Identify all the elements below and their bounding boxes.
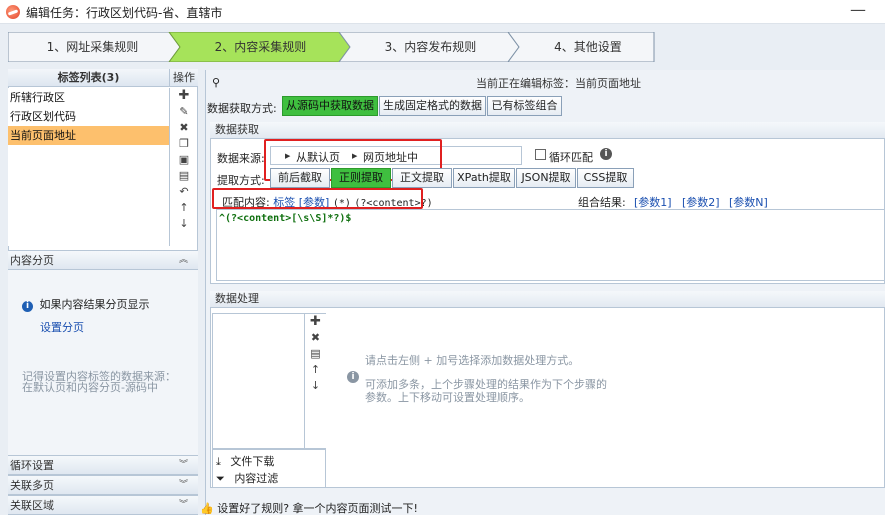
- regex-editor[interactable]: ^(?<content>[\s\S]*?)$: [216, 209, 885, 281]
- tag-ops-toolbar: ✚ ✎ ✖ ❐ ▣ ▤ ↶ ↑ ↓: [170, 88, 198, 232]
- chevron-down-icon[interactable]: ︾: [179, 456, 188, 475]
- processing-hint-3: 参数。上下移动可设置处理顺序。: [365, 391, 530, 404]
- tag-list-item[interactable]: 所辖行政区: [8, 88, 169, 107]
- data-processing-title: 数据处理: [210, 291, 885, 308]
- chevron-down-icon[interactable]: ︾: [179, 476, 188, 495]
- fetch-mode-source-button[interactable]: 从源码中获取数据: [282, 96, 378, 116]
- trash-icon[interactable]: ▤: [170, 168, 198, 184]
- info-icon: i: [347, 371, 359, 383]
- processing-presets: ⤓ 文件下载 ⏷ 内容过滤: [212, 449, 326, 488]
- app-logo-icon: [6, 5, 20, 19]
- tag-list-item-selected[interactable]: 当前页面地址: [8, 126, 169, 145]
- step-tab-publish-rules[interactable]: 3、内容发布规则: [358, 32, 503, 62]
- extract-json-button[interactable]: JSON提取: [516, 168, 576, 188]
- extract-label: 提取方式:: [217, 174, 265, 187]
- tag-list-item[interactable]: 行政区划代码: [8, 107, 169, 126]
- tag-list-title: 标签列表(3): [8, 69, 170, 87]
- content-filter-label: 内容过滤: [234, 472, 279, 485]
- combine-param-2[interactable]: [参数2]: [682, 194, 720, 210]
- info-icon: i: [22, 301, 33, 312]
- loop-settings-label: 循环设置: [10, 459, 54, 472]
- delete-icon[interactable]: ✖: [170, 120, 198, 136]
- loop-match-checkbox[interactable]: [535, 149, 546, 160]
- chevron-down-icon[interactable]: ︾: [179, 496, 188, 515]
- combine-label: 组合结果:: [578, 196, 626, 209]
- data-fetch-title: 数据获取: [210, 122, 885, 139]
- loop-match-label[interactable]: 循环匹配: [549, 149, 593, 165]
- source-label: 数据来源:: [217, 152, 265, 165]
- test-hint-text[interactable]: 设置好了规则? 拿一个内容页面测试一下!: [217, 502, 418, 515]
- filter-icon: ⏷: [216, 472, 225, 485]
- current-tag-label: 当前正在编辑标签：当前页面地址: [476, 77, 641, 90]
- fetch-mode-label: 数据获取方式:: [207, 102, 277, 115]
- combine-param-n[interactable]: [参数N]: [729, 194, 768, 210]
- extract-body-button[interactable]: 正文提取: [392, 168, 452, 188]
- highlight-box-match: [212, 188, 423, 209]
- processing-hint-1: 请点击左侧 + 加号选择添加数据处理方式。: [365, 354, 580, 367]
- related-area-label: 关联区域: [10, 499, 54, 512]
- file-download-item[interactable]: ⤓ 文件下载: [216, 453, 274, 469]
- pagination-hint: i 如果内容结果分页显示: [22, 296, 150, 312]
- fetch-mode-fixed-button[interactable]: 生成固定格式的数据: [379, 96, 486, 116]
- processing-list[interactable]: [212, 313, 305, 449]
- move-up-icon[interactable]: ↑: [305, 362, 326, 378]
- move-down-icon[interactable]: ↓: [305, 378, 326, 394]
- ops-title: 操作: [170, 69, 198, 87]
- related-area-header[interactable]: 关联区域 ︾: [8, 495, 198, 515]
- pagination-hint-text: 如果内容结果分页显示: [39, 298, 150, 311]
- fetch-mode-combine-button[interactable]: 已有标签组合: [487, 96, 562, 116]
- move-down-icon[interactable]: ↓: [170, 216, 198, 232]
- delete-icon[interactable]: ✖: [305, 330, 326, 346]
- extract-before-after-button[interactable]: 前后截取: [270, 168, 330, 188]
- step-tabs: 1、网址采集规则 2、内容采集规则 3、内容发布规则 4、其他设置: [8, 32, 655, 62]
- extract-regex-button[interactable]: 正则提取: [331, 168, 391, 188]
- extract-css-button[interactable]: CSS提取: [577, 168, 634, 188]
- move-up-icon[interactable]: ↑: [170, 200, 198, 216]
- undo-icon[interactable]: ↶: [170, 184, 198, 200]
- step-tab-other-settings[interactable]: 4、其他设置: [523, 32, 653, 62]
- tag-list: 所辖行政区 行政区划代码 当前页面地址: [8, 88, 170, 246]
- trash-icon[interactable]: ▤: [305, 346, 326, 362]
- pagination-header[interactable]: 内容分页 ︽: [8, 250, 198, 270]
- copy-icon[interactable]: ❐: [170, 136, 198, 152]
- plus-icon[interactable]: ✚: [170, 88, 198, 104]
- paste-icon[interactable]: ▣: [170, 152, 198, 168]
- pagination-setup-link[interactable]: 设置分页: [40, 319, 84, 335]
- download-icon: ⤓: [216, 455, 221, 468]
- info-icon[interactable]: i: [600, 148, 612, 160]
- minimize-button[interactable]: —: [846, 1, 870, 21]
- regex-text[interactable]: ^(?<content>[\s\S]*?)$: [219, 213, 351, 224]
- test-hint-row: 👍 设置好了规则? 拿一个内容页面测试一下!: [200, 500, 418, 515]
- file-download-label: 文件下载: [230, 455, 275, 468]
- step-tab-url-rules[interactable]: 1、网址采集规则: [20, 32, 165, 62]
- thumbs-up-icon: 👍: [200, 502, 214, 515]
- combine-param-1[interactable]: [参数1]: [634, 194, 672, 210]
- content-filter-item[interactable]: ⏷ 内容过滤: [216, 470, 278, 486]
- step-tab-content-rules[interactable]: 2、内容采集规则: [188, 32, 333, 62]
- chevron-up-icon[interactable]: ︽: [179, 251, 188, 270]
- plus-icon[interactable]: ✚: [305, 314, 326, 330]
- related-pages-label: 关联多页: [10, 479, 54, 492]
- extract-xpath-button[interactable]: XPath提取: [453, 168, 515, 188]
- window-title: 编辑任务：行政区划代码-省、直辖市: [26, 6, 223, 20]
- loop-settings-header[interactable]: 循环设置 ︾: [8, 455, 198, 475]
- pagination-header-label: 内容分页: [10, 254, 54, 267]
- pagination-note-2: 在默认页和内容分页-源码中: [22, 381, 158, 394]
- pin-icon: ⚲: [212, 76, 221, 89]
- processing-toolbar: ✚ ✖ ▤ ↑ ↓: [305, 313, 326, 449]
- edit-icon[interactable]: ✎: [170, 104, 198, 120]
- related-pages-header[interactable]: 关联多页 ︾: [8, 475, 198, 495]
